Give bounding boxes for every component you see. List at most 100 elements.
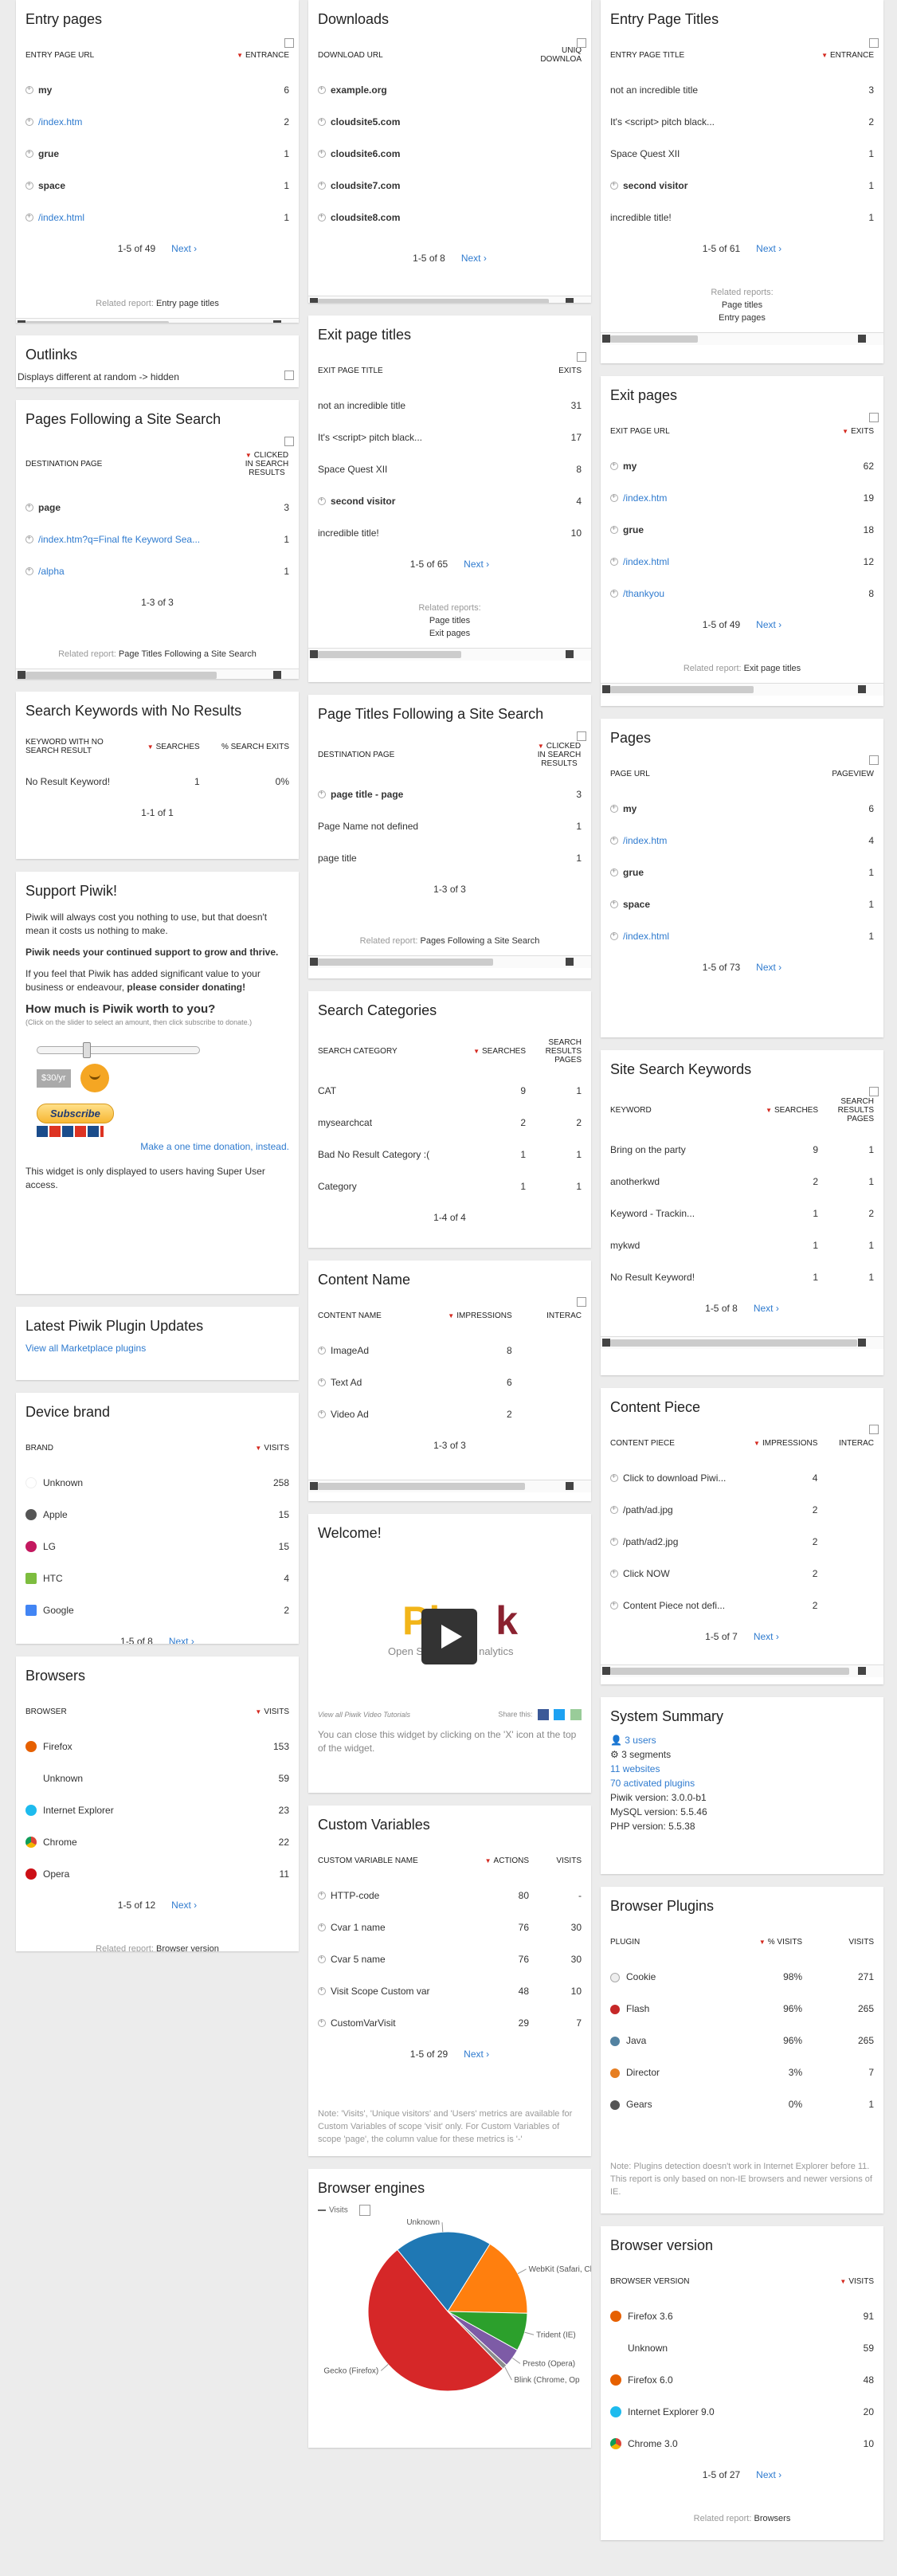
col-header-sorted[interactable]: ▼ SEARCHES	[455, 1027, 535, 1075]
col-header[interactable]: CONTENT PIECE	[601, 1424, 741, 1462]
table-row[interactable]: No Result Keyword! 1 0%	[16, 766, 299, 798]
table-row[interactable]: Bad No Result Category :(1 1	[308, 1139, 591, 1170]
col-header[interactable]: VISITS	[812, 1923, 883, 1961]
table-row[interactable]: Unknown 59	[601, 2332, 883, 2364]
table-row[interactable]: grue18	[601, 514, 883, 546]
next-link[interactable]: Next ›	[756, 2469, 781, 2480]
table-row[interactable]: Java 96% 265	[601, 2025, 883, 2056]
scroll-arrow[interactable]	[869, 1425, 879, 1434]
scroll-arrow[interactable]	[869, 38, 879, 48]
table-row[interactable]: Google 2	[16, 1594, 299, 1626]
table-row[interactable]: Cvar 1 name7630	[308, 1911, 591, 1943]
col-header-sorted[interactable]: ▼% VISITS	[711, 1923, 812, 1961]
scroll-arrow[interactable]	[284, 38, 294, 48]
intro-video[interactable]: Pik Open Snalytics	[308, 1550, 591, 1709]
table-row[interactable]: second visitor1	[601, 170, 883, 202]
col-header-sorted[interactable]: ▼ SEARCHES	[135, 727, 210, 766]
table-row[interactable]: HTTP-code80-	[308, 1880, 591, 1911]
slider-handle[interactable]	[83, 1042, 91, 1058]
table-row[interactable]: Click to download Piwi...4	[601, 1462, 883, 1494]
table-row[interactable]: Apple 15	[16, 1499, 299, 1531]
amount-slider[interactable]	[25, 1035, 289, 1064]
col-header[interactable]: BROWSER	[16, 1692, 206, 1731]
next-link[interactable]: Next ›	[754, 1303, 779, 1314]
table-row[interactable]: Opera 11	[16, 1858, 299, 1890]
next-link[interactable]: Next ›	[756, 619, 781, 630]
marketplace-link[interactable]: View all Marketplace plugins	[25, 1343, 146, 1354]
row-link[interactable]: /index.htm	[38, 116, 82, 127]
play-button[interactable]	[421, 1609, 477, 1664]
scroll-arrow[interactable]	[284, 437, 294, 446]
horizontal-scrollbar[interactable]	[601, 332, 883, 345]
table-row[interactable]: No Result Keyword! 1 1	[601, 1261, 883, 1293]
table-row[interactable]: Chrome 22	[16, 1826, 299, 1858]
col-header[interactable]: VISITS	[539, 1841, 591, 1880]
email-icon[interactable]	[570, 1709, 582, 1720]
related-link[interactable]: Page titles	[722, 300, 762, 310]
table-row[interactable]: second visitor4	[308, 485, 591, 517]
horizontal-scrollbar[interactable]	[308, 955, 591, 968]
table-row[interactable]: grue1	[601, 857, 883, 888]
table-row[interactable]: Video Ad2	[308, 1398, 591, 1430]
col-header[interactable]: SEARCH CATEGORY	[308, 1027, 455, 1075]
col-header[interactable]: KEYWORD WITH NO SEARCH RESULT	[16, 727, 135, 766]
next-link[interactable]: Next ›	[754, 1631, 779, 1642]
scroll-arrow[interactable]	[869, 413, 879, 422]
col-header[interactable]: EXIT PAGE URL	[601, 412, 773, 450]
plugins-link[interactable]: 70 activated plugins	[610, 1778, 695, 1789]
table-row[interactable]: mysearchcat 2 2	[308, 1107, 591, 1139]
horizontal-scrollbar[interactable]	[308, 1480, 591, 1492]
table-row[interactable]: /index.htm19	[601, 482, 883, 514]
col-header[interactable]: BRAND	[16, 1429, 183, 1467]
table-row[interactable]: Cvar 5 name7630	[308, 1943, 591, 1975]
table-row[interactable]: Unknown 59	[16, 1762, 299, 1794]
horizontal-scrollbar[interactable]	[601, 1664, 883, 1677]
col-header[interactable]: PLUGIN	[601, 1923, 711, 1961]
related-link[interactable]: Browsers	[754, 2514, 790, 2523]
table-row[interactable]: /thankyou8	[601, 578, 883, 610]
table-row[interactable]: my62	[601, 450, 883, 482]
col-header[interactable]: % SEARCH EXITS	[210, 727, 299, 766]
scroll-arrow[interactable]	[577, 352, 586, 362]
col-header-sorted[interactable]: ▼ IMPRESSIONS	[414, 1296, 521, 1335]
col-header[interactable]: PAGEVIEW	[759, 755, 883, 793]
table-row[interactable]: Cookie 98% 271	[601, 1961, 883, 1993]
related-link[interactable]: Browser version	[156, 1944, 219, 1951]
col-header-sorted[interactable]: ▼ SEARCHES	[734, 1086, 828, 1134]
websites-link[interactable]: 11 websites	[610, 1763, 660, 1774]
scroll-arrow[interactable]	[869, 755, 879, 765]
scroll-arrow[interactable]	[577, 1297, 586, 1307]
users-link[interactable]: 3 users	[625, 1735, 656, 1746]
related-link[interactable]: Page titles	[429, 616, 470, 625]
col-header-sorted[interactable]: ▼ ENTRANCE	[780, 36, 883, 74]
table-row[interactable]: Director 3% 7	[601, 2056, 883, 2088]
next-link[interactable]: Next ›	[464, 2049, 489, 2060]
table-row[interactable]: /index.html12	[601, 546, 883, 578]
table-row[interactable]: CustomVarVisit297	[308, 2007, 591, 2039]
next-link[interactable]: Next ›	[464, 559, 489, 570]
table-row[interactable]: cloudsite7.com	[308, 170, 591, 202]
col-header[interactable]: PAGE URL	[601, 755, 759, 793]
table-row[interactable]: page title 1	[308, 842, 591, 874]
subscribe-button[interactable]: Subscribe	[37, 1104, 114, 1123]
col-header[interactable]: BROWSER VERSION	[601, 2262, 798, 2300]
related-link[interactable]: Entry page titles	[156, 299, 219, 308]
table-row[interactable]: /path/ad.jpg2	[601, 1494, 883, 1526]
related-link[interactable]: Exit page titles	[744, 664, 801, 673]
table-row[interactable]: Internet Explorer 9.0 20	[601, 2396, 883, 2428]
table-row[interactable]: /alpha1	[16, 555, 299, 587]
table-row[interactable]: HTC 4	[16, 1562, 299, 1594]
table-row[interactable]: anotherkwd 2 1	[601, 1166, 883, 1198]
col-header[interactable]: DESTINATION PAGE	[16, 436, 235, 492]
related-link[interactable]: Pages Following a Site Search	[421, 936, 540, 946]
related-link[interactable]: Exit pages	[429, 629, 470, 638]
horizontal-scrollbar[interactable]	[601, 1336, 883, 1349]
table-row[interactable]: Chrome 3.0 10	[601, 2428, 883, 2460]
table-row[interactable]: Keyword - Trackin... 1 2	[601, 1198, 883, 1229]
table-row[interactable]: cloudsite5.com	[308, 106, 591, 138]
scroll-arrow[interactable]	[577, 731, 586, 741]
col-header[interactable]: EXIT PAGE TITLE	[308, 351, 519, 390]
table-row[interactable]: Internet Explorer 23	[16, 1794, 299, 1826]
table-row[interactable]: Bring on the party 9 1	[601, 1134, 883, 1166]
col-header-sorted[interactable]: ▼ ACTIONS	[464, 1841, 539, 1880]
